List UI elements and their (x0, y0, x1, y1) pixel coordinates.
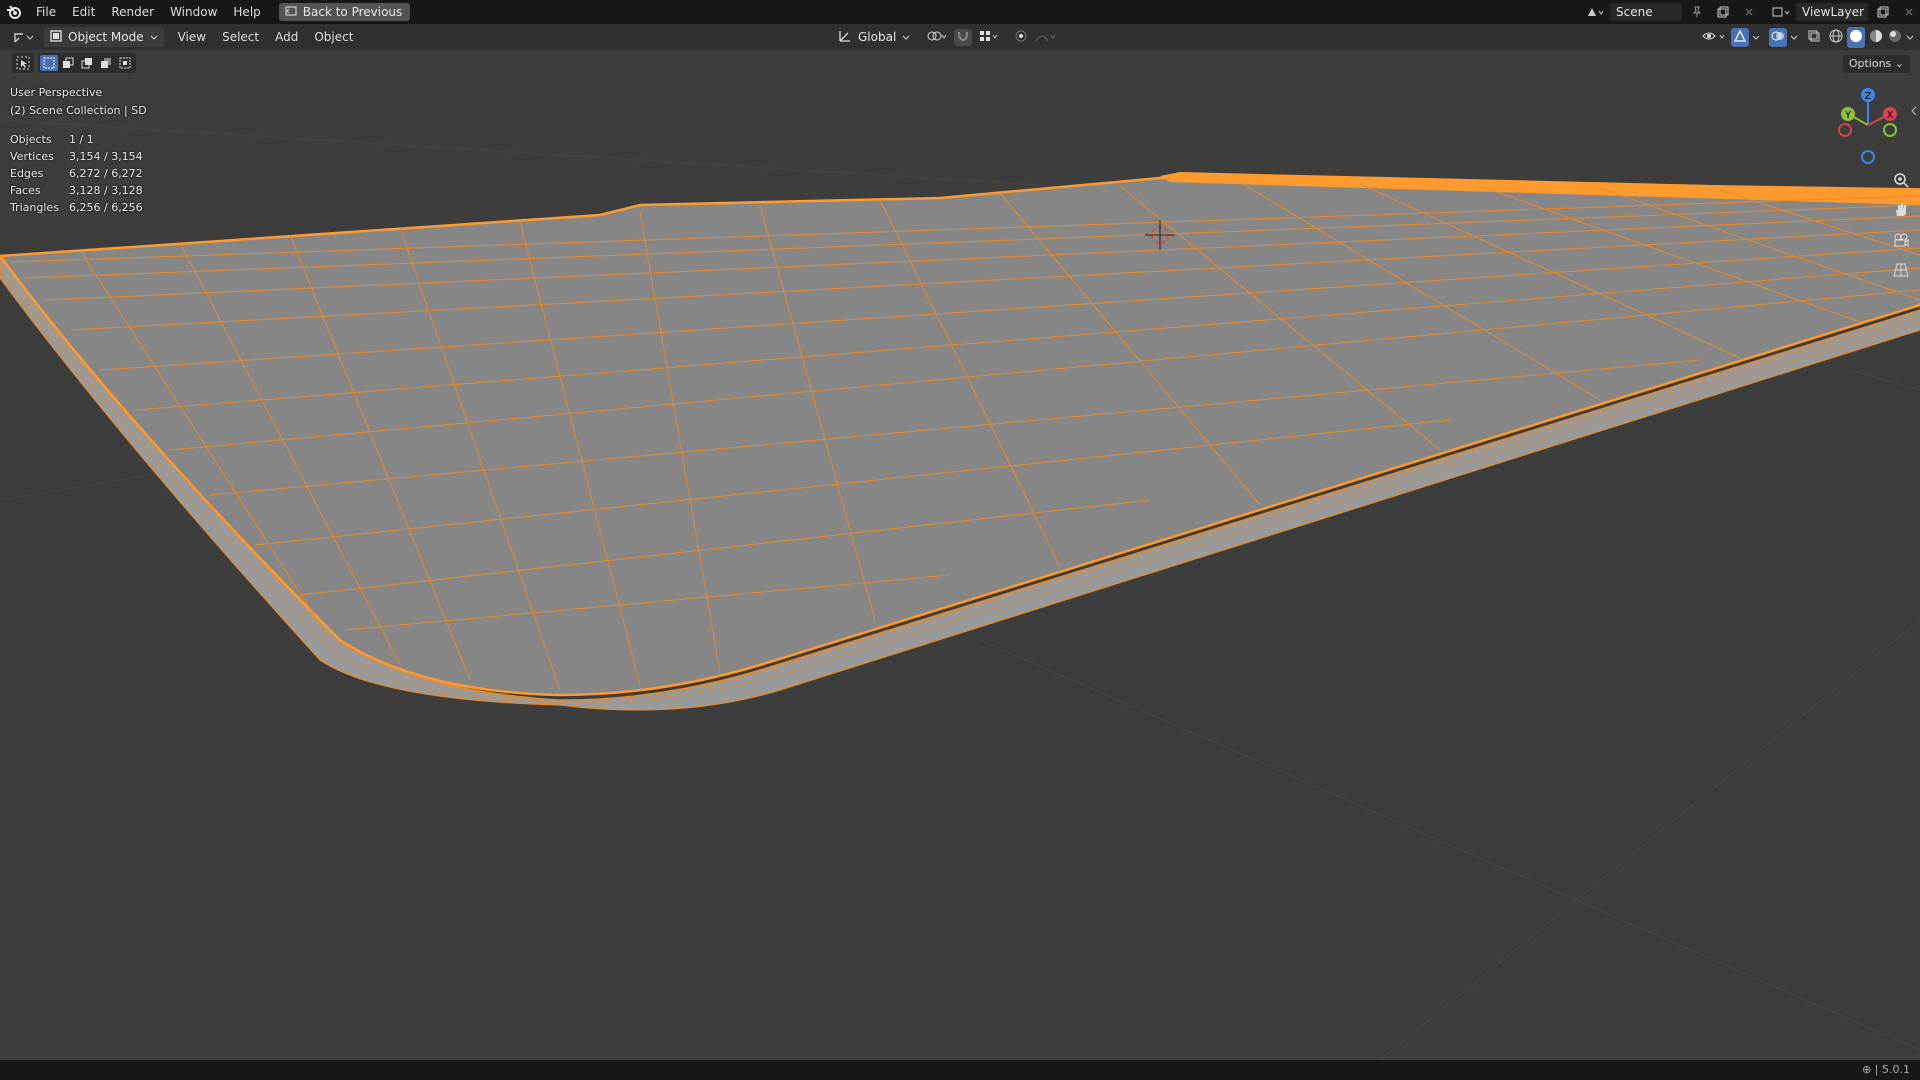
chevron-down-icon[interactable] (1752, 30, 1760, 44)
scene-browse-icon[interactable] (1584, 3, 1606, 21)
viewport-header: Object Mode View Select Add Object Globa… (0, 24, 1920, 50)
status-bar: ⊕ | 5.0.1 (0, 1060, 1920, 1080)
stat-value: 3,128 / 3,128 (69, 184, 143, 197)
select-extend-icon[interactable] (59, 55, 77, 71)
perspective-label: User Perspective (10, 86, 103, 99)
blender-logo-icon[interactable] (0, 0, 28, 24)
gizmo-x-label: X (1887, 110, 1894, 121)
object-mode-dropdown[interactable]: Object Mode (44, 27, 164, 47)
rendered-shading-icon[interactable] (1887, 28, 1903, 47)
chevron-down-icon[interactable] (1906, 30, 1914, 44)
object-mode-icon (50, 29, 62, 45)
hand-icon[interactable] (1890, 199, 1912, 221)
stat-label: Objects (10, 133, 52, 146)
falloff-icon[interactable] (1034, 29, 1058, 46)
editor-type-icon[interactable] (10, 28, 38, 46)
collection-label: (2) Scene Collection | SD (10, 104, 147, 117)
scene-name-field[interactable]: Scene (1610, 3, 1682, 21)
stat-row: Objects 1 / 1 (10, 131, 143, 148)
transform-orientation-label[interactable]: Global (858, 30, 896, 44)
proportional-icon[interactable] (1014, 29, 1028, 46)
object-mode-label: Object Mode (68, 30, 144, 44)
sidebar-toggle-icon[interactable] (1910, 102, 1918, 121)
view-layer-browse-icon[interactable] (1770, 3, 1792, 21)
select-intersect-icon[interactable] (116, 55, 134, 71)
version-info: ⊕ | 5.0.1 (1862, 1063, 1910, 1076)
stat-label: Faces (10, 184, 41, 197)
menu-add[interactable]: Add (267, 30, 306, 44)
chevron-down-icon: ⌄ (1894, 57, 1904, 70)
back-icon (285, 3, 297, 21)
navigation-gizmo[interactable]: Z X Y (1830, 85, 1910, 165)
camera-icon[interactable] (1890, 229, 1912, 251)
chevron-down-icon[interactable] (1790, 30, 1798, 44)
options-dropdown[interactable]: Options ⌄ (1842, 55, 1910, 73)
menu-object[interactable]: Object (306, 30, 361, 44)
chevron-down-icon (150, 30, 158, 44)
overlay-icon[interactable] (1769, 27, 1787, 47)
view-layer-name: ViewLayer (1802, 5, 1864, 19)
gizmo-z-label: Z (1865, 91, 1872, 102)
chevron-down-icon (902, 30, 910, 44)
snap-icon[interactable] (954, 28, 973, 46)
snap-target-icon[interactable] (978, 29, 1000, 46)
stat-label: Vertices (10, 150, 54, 163)
stat-value: 1 / 1 (69, 133, 94, 146)
top-right-controls: Scene ViewLayer (1584, 0, 1920, 24)
grid-icon[interactable] (1890, 259, 1912, 281)
stat-row: Vertices 3,154 / 3,154 (10, 148, 143, 165)
menu-render[interactable]: Render (103, 0, 162, 24)
stat-row: Faces 3,128 / 3,128 (10, 182, 143, 199)
close-icon[interactable] (1898, 3, 1920, 21)
transform-controls: Global (838, 27, 1058, 47)
tool-settings (12, 53, 136, 73)
shading-controls (1702, 26, 1914, 48)
pin-icon[interactable] (1686, 3, 1708, 21)
wireframe-shading-icon[interactable] (1828, 28, 1844, 47)
3d-viewport[interactable]: Z X Y (0, 50, 1920, 1060)
select-new-icon[interactable] (40, 55, 58, 71)
stat-row: Triangles 6,256 / 6,256 (10, 199, 143, 216)
pivot-icon[interactable] (926, 29, 948, 46)
scene-statistics: Objects 1 / 1 Vertices 3,154 / 3,154 Edges… (10, 131, 143, 216)
copy-icon[interactable] (1872, 3, 1894, 21)
visibility-icon[interactable] (1702, 29, 1728, 46)
copy-icon[interactable] (1712, 3, 1734, 21)
back-to-previous-button[interactable]: Back to Previous (278, 3, 411, 21)
version-label: 5.0.1 (1882, 1063, 1910, 1076)
close-icon[interactable] (1738, 3, 1760, 21)
menu-view[interactable]: View (170, 30, 214, 44)
view-layer-field[interactable]: ViewLayer (1796, 3, 1868, 21)
menu-file[interactable]: File (28, 0, 64, 24)
stat-value: 6,272 / 6,272 (69, 167, 143, 180)
top-bar: File Edit Render Window Help Back to Pre… (0, 0, 1920, 24)
select-tool-icon[interactable] (12, 53, 34, 73)
select-invert-icon[interactable] (97, 55, 115, 71)
scene-name: Scene (1616, 5, 1653, 19)
gizmo-icon[interactable] (1731, 27, 1749, 47)
gizmo-y-label: Y (1844, 110, 1852, 121)
menu-help[interactable]: Help (225, 0, 268, 24)
zoom-icon[interactable] (1890, 169, 1912, 191)
menu-window[interactable]: Window (162, 0, 225, 24)
menu-select[interactable]: Select (214, 30, 267, 44)
selection-mode-group (38, 53, 136, 73)
options-label: Options (1848, 57, 1892, 70)
select-subtract-icon[interactable] (78, 55, 96, 71)
network-icon: ⊕ (1862, 1063, 1872, 1076)
solid-shading-icon[interactable] (1847, 26, 1865, 48)
back-to-previous-label: Back to Previous (302, 5, 403, 19)
stat-value: 6,256 / 6,256 (69, 201, 143, 214)
stat-value: 3,154 / 3,154 (69, 150, 143, 163)
stat-label: Edges (10, 167, 44, 180)
transform-icon (838, 29, 852, 46)
stat-row: Edges 6,272 / 6,272 (10, 165, 143, 182)
material-shading-icon[interactable] (1868, 28, 1884, 47)
stat-label: Triangles (10, 201, 59, 214)
xray-icon[interactable] (1807, 29, 1821, 46)
menu-edit[interactable]: Edit (64, 0, 103, 24)
viewport-canvas (0, 119, 1920, 1060)
